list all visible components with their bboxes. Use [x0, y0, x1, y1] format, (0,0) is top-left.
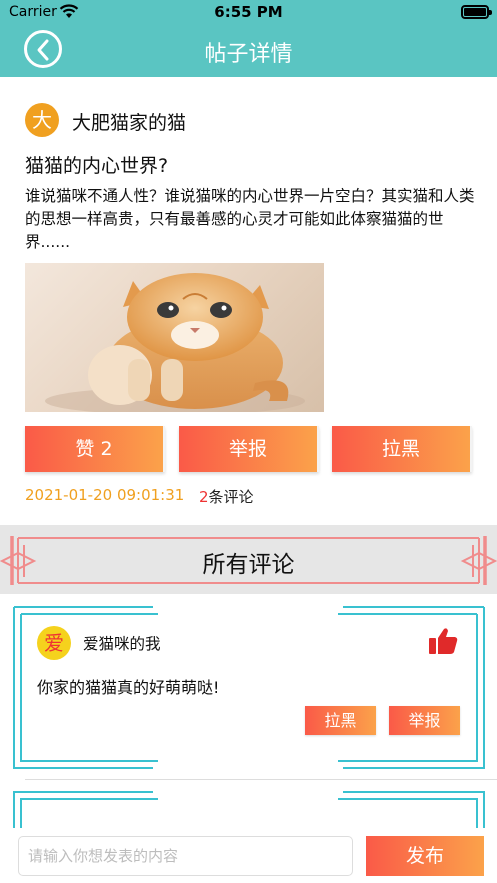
page-title: 帖子详情 [204, 42, 293, 67]
author-name[interactable]: 大肥猫家的猫 [72, 108, 186, 135]
comments-section-title: 所有评论 [202, 552, 295, 578]
post-date: 2021-01-20 09:01:31 [25, 486, 185, 504]
clock: 6:55 PM [214, 3, 283, 21]
thumbs-up-icon[interactable] [428, 626, 458, 656]
like-button[interactable]: 赞 2 [25, 426, 165, 472]
post-image[interactable] [25, 263, 324, 412]
report-button[interactable]: 举报 [179, 426, 319, 472]
comment-card-partial [13, 791, 485, 831]
author-avatar[interactable]: 大 [25, 103, 59, 137]
publish-button[interactable]: 发布 [366, 836, 484, 876]
battery-icon [461, 5, 492, 19]
comment-card-frame-partial [13, 791, 485, 831]
comment-username[interactable]: 爱猫咪的我 [83, 632, 161, 654]
kitten-photo [45, 273, 305, 412]
status-bar: Carrier 6:55 PM [0, 0, 497, 26]
comment-block-button[interactable]: 拉黑 [305, 706, 376, 735]
comment-input[interactable] [18, 836, 353, 876]
block-button[interactable]: 拉黑 [332, 426, 472, 472]
post-title: 猫猫的内心世界? [25, 155, 169, 177]
comment-count-number: 2 [199, 488, 209, 506]
comment-divider [25, 779, 497, 780]
post-body: 谁说猫咪不通人性？谁说猫咪的内心世界一片空白？其实猫和人类的思想一样高贵，只有最… [25, 187, 475, 251]
comment-count-suffix: 条评论 [208, 488, 254, 506]
comment-count: 2条评论 [199, 486, 254, 507]
header-bar: Carrier 6:55 PM 帖子详情 [0, 0, 497, 77]
comment-report-button[interactable]: 举报 [389, 706, 460, 735]
comment-avatar[interactable]: 爱 [37, 626, 71, 660]
comment-text: 你家的猫猫真的好萌萌哒! [37, 678, 220, 697]
